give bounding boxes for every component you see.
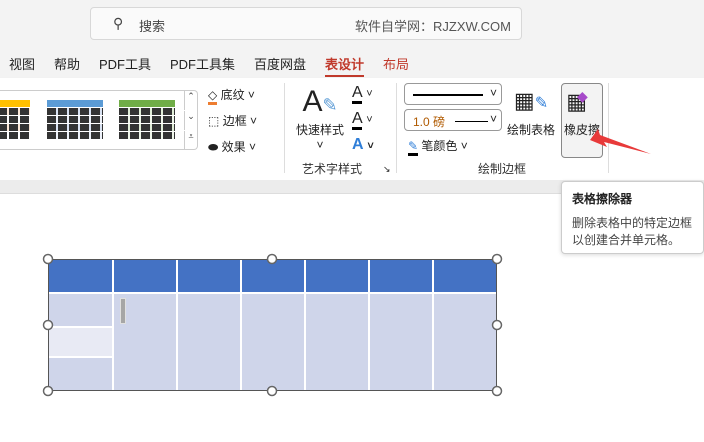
resize-handle[interactable]	[42, 253, 54, 265]
tooltip-title: 表格擦除器	[572, 192, 633, 206]
resize-handle[interactable]	[266, 253, 278, 265]
resize-handle[interactable]	[42, 319, 54, 331]
resize-handle[interactable]	[491, 253, 503, 265]
red-arrow-annotation	[590, 129, 651, 154]
resize-handle[interactable]	[266, 385, 278, 397]
resize-handle[interactable]	[491, 319, 503, 331]
tooltip-desc-line2: 以创建合并单元格。	[572, 233, 681, 247]
resize-handle[interactable]	[491, 385, 503, 397]
eraser-tooltip: 表格擦除器 删除表格中的特定边框 以创建合并单元格。	[561, 181, 704, 254]
tooltip-desc-line1: 删除表格中的特定边框	[572, 216, 693, 230]
resize-handle[interactable]	[42, 385, 54, 397]
